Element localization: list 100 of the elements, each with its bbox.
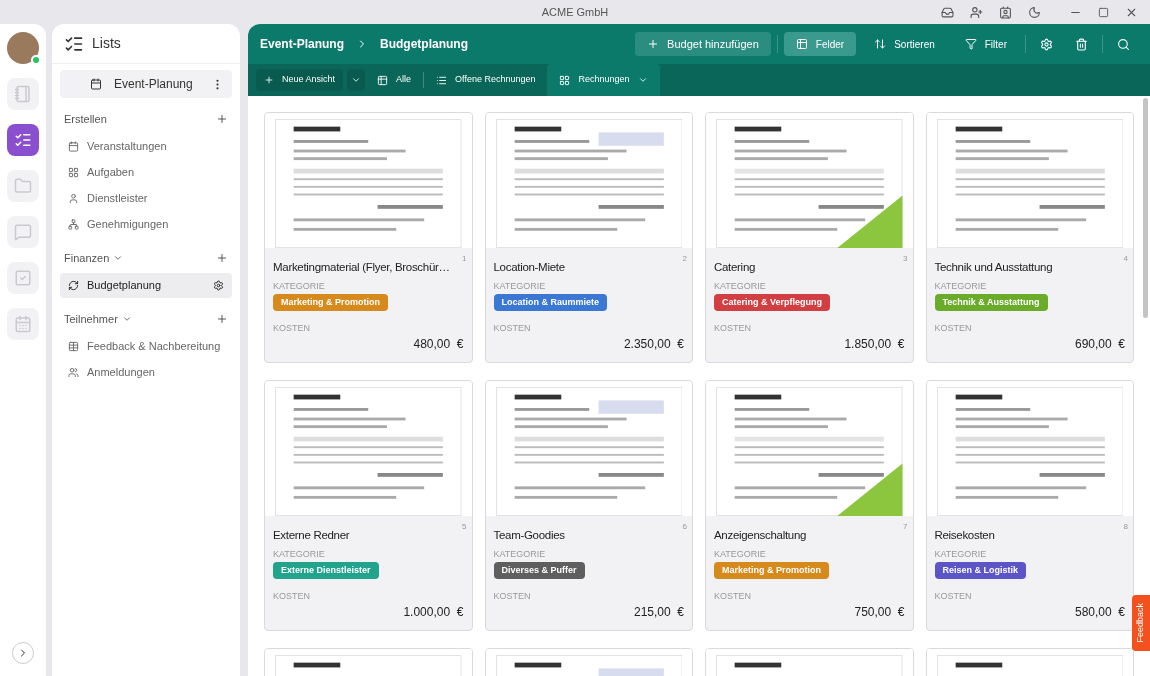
budget-card[interactable]: 6 Team-Goodies KATEGORIE Diverses & Puffer KOSTEN 215,00 €: [484, 380, 693, 631]
table-icon: [795, 38, 808, 50]
trash-icon[interactable]: [1075, 37, 1088, 51]
card-number: 8: [1123, 521, 1128, 533]
checklist-icon: [14, 131, 32, 149]
cost-value: 690,00 €: [1074, 336, 1125, 352]
table-icon: [68, 341, 79, 352]
cost-value: 1.850,00 €: [844, 336, 905, 352]
breadcrumb-item[interactable]: Budgetplanung: [380, 35, 468, 53]
chevron-down-icon[interactable]: [121, 314, 132, 324]
category-tag: Location & Raummiete: [493, 294, 607, 311]
field-label: KATEGORIE: [493, 549, 546, 560]
moon-icon[interactable]: [1028, 5, 1041, 19]
feedback-tab[interactable]: Feedback: [1132, 595, 1150, 651]
plus-icon[interactable]: [216, 313, 228, 325]
budget-card[interactable]: 3 Catering KATEGORIE Catering & Verpflegung KOSTEN 1.850,00 €: [705, 112, 914, 363]
maximize-icon[interactable]: [1098, 6, 1109, 18]
expand-button[interactable]: [12, 642, 34, 664]
budget-card[interactable]: 8 Reisekosten KATEGORIE Reisen & Logistik KOSTEN 580,00 €: [925, 380, 1134, 631]
field-label: KOSTEN: [714, 591, 751, 602]
search-icon[interactable]: [1117, 37, 1130, 51]
cost-value: 480,00 €: [413, 336, 464, 352]
category-tag: Diverses & Puffer: [493, 562, 585, 579]
settings-icon[interactable]: [213, 280, 224, 291]
sidebar-item[interactable]: Veranstaltungen: [60, 134, 232, 159]
calendar-icon: [68, 141, 79, 152]
grid-icon: [68, 167, 79, 178]
field-label: KATEGORIE: [714, 281, 766, 292]
field-label: KATEGORIE: [934, 549, 987, 560]
list-icon: [436, 74, 448, 86]
card-title: Team-Goodies: [493, 528, 565, 543]
plus-icon: [647, 38, 660, 50]
plus-icon: [264, 75, 274, 85]
field-label: KATEGORIE: [934, 281, 987, 292]
budget-card[interactable]: 4 Technik und Ausstattung KATEGORIE Technik & Ausstattung KOSTEN 690,00 €: [925, 112, 1134, 363]
table-icon: [377, 74, 389, 86]
sidebar-item[interactable]: Dienstleister: [60, 186, 232, 211]
card-number: 6: [682, 521, 687, 533]
sidebar-item[interactable]: Feedback & Nachbereitung: [60, 334, 232, 359]
breadcrumb-item[interactable]: Event-Planung: [260, 35, 344, 53]
folder-icon: [14, 177, 32, 195]
section-title: Teilnehmer: [64, 311, 118, 327]
cost-value: 750,00 €: [854, 604, 905, 620]
org-chart-icon: [68, 219, 79, 230]
checkbox-icon: [14, 269, 32, 287]
card-number: 7: [903, 521, 908, 533]
sort-icon: [874, 38, 887, 50]
section-title: Erstellen: [64, 111, 107, 127]
card-title: Reisekosten: [934, 528, 995, 543]
category-tag: Catering & Verpflegung: [714, 294, 830, 311]
sidebar-title: Lists: [92, 34, 121, 53]
card-title: Externe Redner: [273, 528, 350, 543]
add-user-icon[interactable]: [970, 5, 983, 19]
toolbar-button[interactable]: Budget hinzufügen: [635, 32, 771, 56]
category-tag: Reisen & Logistik: [934, 562, 1026, 579]
sidebar-item[interactable]: Anmeldungen: [60, 360, 232, 385]
category-tag: Marketing & Promotion: [273, 294, 388, 311]
budget-card[interactable]: 5 Externe Redner KATEGORIE Externe Dienstleister KOSTEN 1.000,00 €: [264, 380, 473, 631]
toolbar-button[interactable]: Filter: [952, 32, 1019, 56]
calendar-icon: [90, 78, 102, 90]
budget-card[interactable]: 2 Location-Miete KATEGORIE Location & Raummiete KOSTEN 2.350,00 €: [484, 112, 693, 363]
field-label: KOSTEN: [934, 591, 972, 602]
field-label: KATEGORIE: [273, 281, 325, 292]
view-tab[interactable]: Alle: [365, 64, 424, 96]
sidebar-item[interactable]: Budgetplanung: [60, 273, 232, 298]
plus-icon[interactable]: [216, 252, 228, 264]
field-label: KOSTEN: [493, 323, 531, 334]
workspace-selector[interactable]: Event-Planung: [60, 70, 232, 98]
category-tag: Externe Dienstleister: [273, 562, 379, 579]
contact-icon[interactable]: [999, 5, 1012, 19]
budget-card[interactable]: 7 Anzeigenschaltung KATEGORIE Marketing & Promotion KOSTEN 750,00 €: [705, 380, 914, 631]
plus-icon[interactable]: [216, 113, 228, 125]
budget-card[interactable]: 1 Marketingmaterial (Flyer, Broschür… KATEGORIE Marketing & Promotion KOSTEN 480,00 €: [264, 112, 473, 363]
card-number: 1: [462, 253, 467, 265]
card-title: Anzeigenschaltung: [714, 528, 807, 543]
workspace-name: Event-Planung: [114, 76, 193, 93]
chevron-down-icon: [351, 75, 362, 85]
cost-value: 1.000,00 €: [403, 604, 464, 620]
avatar[interactable]: [7, 32, 39, 64]
chevron-down-icon: [637, 75, 648, 85]
window-title: ACME GmbH: [541, 4, 609, 20]
refresh-icon: [68, 280, 79, 291]
view-tab[interactable]: Offene Rechnungen: [424, 64, 548, 96]
person-icon: [68, 193, 79, 204]
cost-value: 2.350,00 €: [623, 336, 684, 352]
toolbar-button[interactable]: Felder: [783, 32, 857, 56]
new-view-button[interactable]: Neue Ansicht: [256, 69, 344, 91]
card-title: Location-Miete: [493, 260, 565, 275]
chevron-down-icon[interactable]: [113, 253, 124, 263]
inbox-icon[interactable]: [941, 5, 954, 19]
chat-icon: [14, 223, 32, 241]
rail-button[interactable]: [7, 124, 39, 156]
field-label: KOSTEN: [273, 591, 310, 602]
category-tag: Marketing & Promotion: [714, 562, 829, 579]
view-tab[interactable]: Rechnungen: [547, 64, 660, 96]
toolbar-button[interactable]: Sortieren: [862, 32, 947, 56]
sidebar-item[interactable]: Aufgaben: [60, 160, 232, 185]
card-title: Technik und Ausstattung: [934, 260, 1053, 275]
sidebar-item[interactable]: Genehmigungen: [60, 212, 232, 237]
card-number: 4: [1123, 253, 1128, 265]
